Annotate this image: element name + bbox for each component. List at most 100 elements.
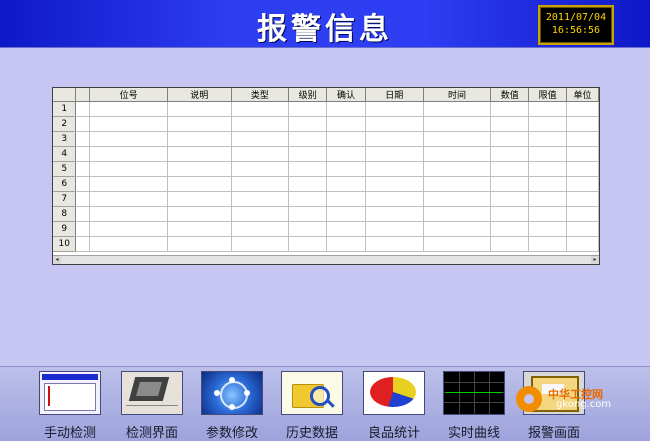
table-cell[interactable] [326,206,366,222]
table-cell[interactable] [89,176,168,192]
table-row[interactable]: 1 [53,101,599,117]
table-cell[interactable] [490,131,530,147]
table-cell[interactable] [288,221,328,237]
table-cell[interactable] [167,236,232,252]
table-cell[interactable] [231,221,290,237]
table-cell[interactable] [365,236,424,252]
table-cell[interactable] [566,206,599,222]
scroll-right-icon[interactable]: ▸ [591,256,599,264]
table-cell[interactable] [231,101,290,117]
table-cell[interactable] [288,161,328,177]
table-cell[interactable] [365,101,424,117]
table-cell[interactable] [423,221,492,237]
table-cell[interactable] [528,146,567,162]
table-cell[interactable] [566,221,599,237]
table-cell[interactable] [326,101,366,117]
column-header[interactable]: 数值 [490,88,530,102]
row-selector-cell[interactable] [75,191,91,207]
table-row[interactable]: 5 [53,161,599,177]
table-cell[interactable] [365,176,424,192]
table-cell[interactable] [566,131,599,147]
table-cell[interactable] [326,176,366,192]
table-cell[interactable] [231,146,290,162]
column-header[interactable]: 单位 [566,88,599,102]
table-cell[interactable] [89,161,168,177]
table-cell[interactable] [167,176,232,192]
table-row[interactable]: 6 [53,176,599,192]
table-cell[interactable] [490,206,530,222]
table-cell[interactable] [89,146,168,162]
table-cell[interactable] [490,236,530,252]
horizontal-scrollbar[interactable]: ◂ ▸ [53,255,599,264]
column-header[interactable]: 说明 [167,88,232,102]
table-cell[interactable] [423,116,492,132]
table-cell[interactable] [288,131,328,147]
nav-button-yield-statistics[interactable]: 良品统计 [354,371,434,441]
column-header[interactable]: 位号 [89,88,168,102]
table-cell[interactable] [326,131,366,147]
table-cell[interactable] [167,221,232,237]
row-selector-cell[interactable] [75,176,91,192]
table-cell[interactable] [288,101,328,117]
table-cell[interactable] [89,191,168,207]
table-cell[interactable] [231,176,290,192]
table-cell[interactable] [231,131,290,147]
table-cell[interactable] [528,191,567,207]
row-selector-cell[interactable] [75,101,91,117]
table-cell[interactable] [326,191,366,207]
table-cell[interactable] [490,161,530,177]
table-cell[interactable] [566,116,599,132]
nav-button-manual-test[interactable]: 手动检测 [30,371,110,441]
table-cell[interactable] [288,146,328,162]
table-cell[interactable] [288,176,328,192]
nav-button-test-screen[interactable]: 检测界面 [112,371,192,441]
table-cell[interactable] [288,206,328,222]
table-cell[interactable] [566,146,599,162]
table-cell[interactable] [288,116,328,132]
table-cell[interactable] [167,101,232,117]
table-row[interactable]: 3 [53,131,599,147]
table-cell[interactable] [167,206,232,222]
table-cell[interactable] [423,176,492,192]
table-cell[interactable] [528,101,567,117]
table-cell[interactable] [231,236,290,252]
nav-button-parameter-edit[interactable]: 参数修改 [192,371,272,441]
table-cell[interactable] [365,161,424,177]
table-cell[interactable] [490,146,530,162]
table-cell[interactable] [528,221,567,237]
table-cell[interactable] [528,131,567,147]
table-cell[interactable] [231,161,290,177]
column-header[interactable]: 类型 [231,88,290,102]
table-cell[interactable] [528,206,567,222]
table-cell[interactable] [365,191,424,207]
column-header[interactable]: 确认 [326,88,366,102]
table-cell[interactable] [365,146,424,162]
row-selector-cell[interactable] [75,236,91,252]
table-row[interactable]: 10 [53,236,599,252]
column-header[interactable]: 级别 [288,88,328,102]
table-cell[interactable] [490,191,530,207]
column-header[interactable]: 限值 [528,88,567,102]
row-selector-cell[interactable] [75,161,91,177]
table-cell[interactable] [326,116,366,132]
table-row[interactable]: 8 [53,206,599,222]
table-row[interactable]: 7 [53,191,599,207]
table-cell[interactable] [167,146,232,162]
row-selector-cell[interactable] [75,221,91,237]
row-selector-cell[interactable] [75,206,91,222]
table-cell[interactable] [490,101,530,117]
table-cell[interactable] [167,116,232,132]
table-cell[interactable] [423,131,492,147]
table-cell[interactable] [423,146,492,162]
alarm-table[interactable]: 位号 说明 类型 级别 确认 日期 时间 数值 限值 单位 1234567891… [52,87,600,265]
row-selector-cell[interactable] [75,116,91,132]
table-cell[interactable] [231,206,290,222]
table-cell[interactable] [167,191,232,207]
nav-button-realtime-curve[interactable]: 实时曲线 [434,371,514,441]
table-cell[interactable] [167,131,232,147]
table-cell[interactable] [490,116,530,132]
nav-button-history-data[interactable]: 历史数据 [272,371,352,441]
table-cell[interactable] [490,221,530,237]
table-cell[interactable] [423,206,492,222]
table-cell[interactable] [89,206,168,222]
